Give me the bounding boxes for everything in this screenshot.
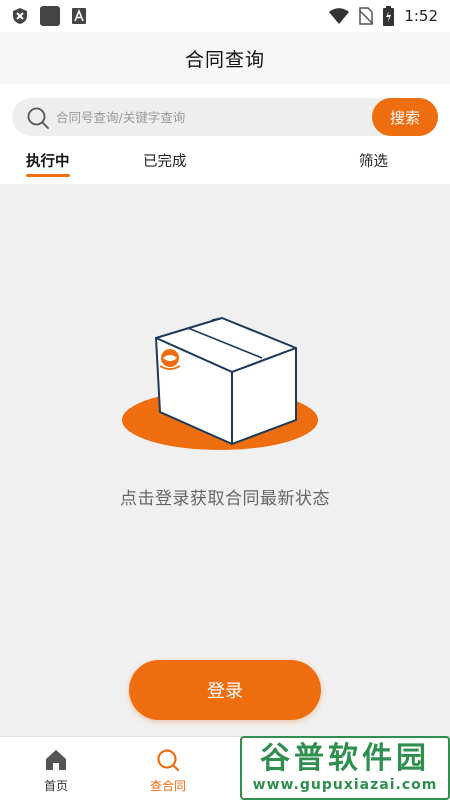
search-box[interactable]: 搜索 — [12, 98, 438, 136]
search-icon — [157, 749, 180, 772]
nav-label-contract-search: 查合同 — [149, 779, 186, 793]
page-title: 合同查询 — [184, 48, 265, 71]
tab-completed[interactable]: 已完成 — [143, 150, 187, 171]
tab-indicator — [26, 174, 70, 177]
nav-item-home[interactable]: 首页 — [21, 737, 91, 800]
nav-item-contract-search[interactable]: 查合同 — [133, 737, 203, 800]
empty-box-illustration — [122, 317, 318, 450]
home-icon — [46, 750, 66, 770]
shield-icon — [13, 8, 27, 24]
status-bar: 1:52 — [0, 0, 450, 32]
watermark-url: www.gupuxiazai.com — [252, 777, 438, 793]
no-sim-icon — [359, 7, 374, 25]
font-a-icon — [72, 8, 86, 24]
watermark-logo: 谷普软件园 www.gupuxiazai.com — [240, 736, 450, 800]
tab-bar: 执行中 已完成 筛选 — [0, 150, 450, 184]
battery-charging-icon — [383, 6, 395, 26]
search-area: 搜索 执行中 已完成 筛选 — [0, 84, 450, 184]
nav-label-home: 首页 — [43, 779, 68, 793]
search-input[interactable] — [56, 98, 376, 136]
empty-state-message: 点击登录获取合同最新状态 — [120, 489, 330, 509]
search-icon — [27, 107, 49, 129]
app-square-icon — [40, 6, 60, 26]
status-time: 1:52 — [404, 7, 438, 25]
tab-filter[interactable]: 筛选 — [359, 150, 388, 171]
app-bar: 合同查询 — [0, 32, 450, 84]
wifi-icon — [329, 8, 350, 24]
watermark-title: 谷普软件园 — [260, 741, 430, 776]
login-button[interactable]: 登录 — [129, 660, 321, 720]
search-button[interactable]: 搜索 — [372, 98, 438, 136]
tab-in-progress[interactable]: 执行中 — [26, 150, 70, 171]
